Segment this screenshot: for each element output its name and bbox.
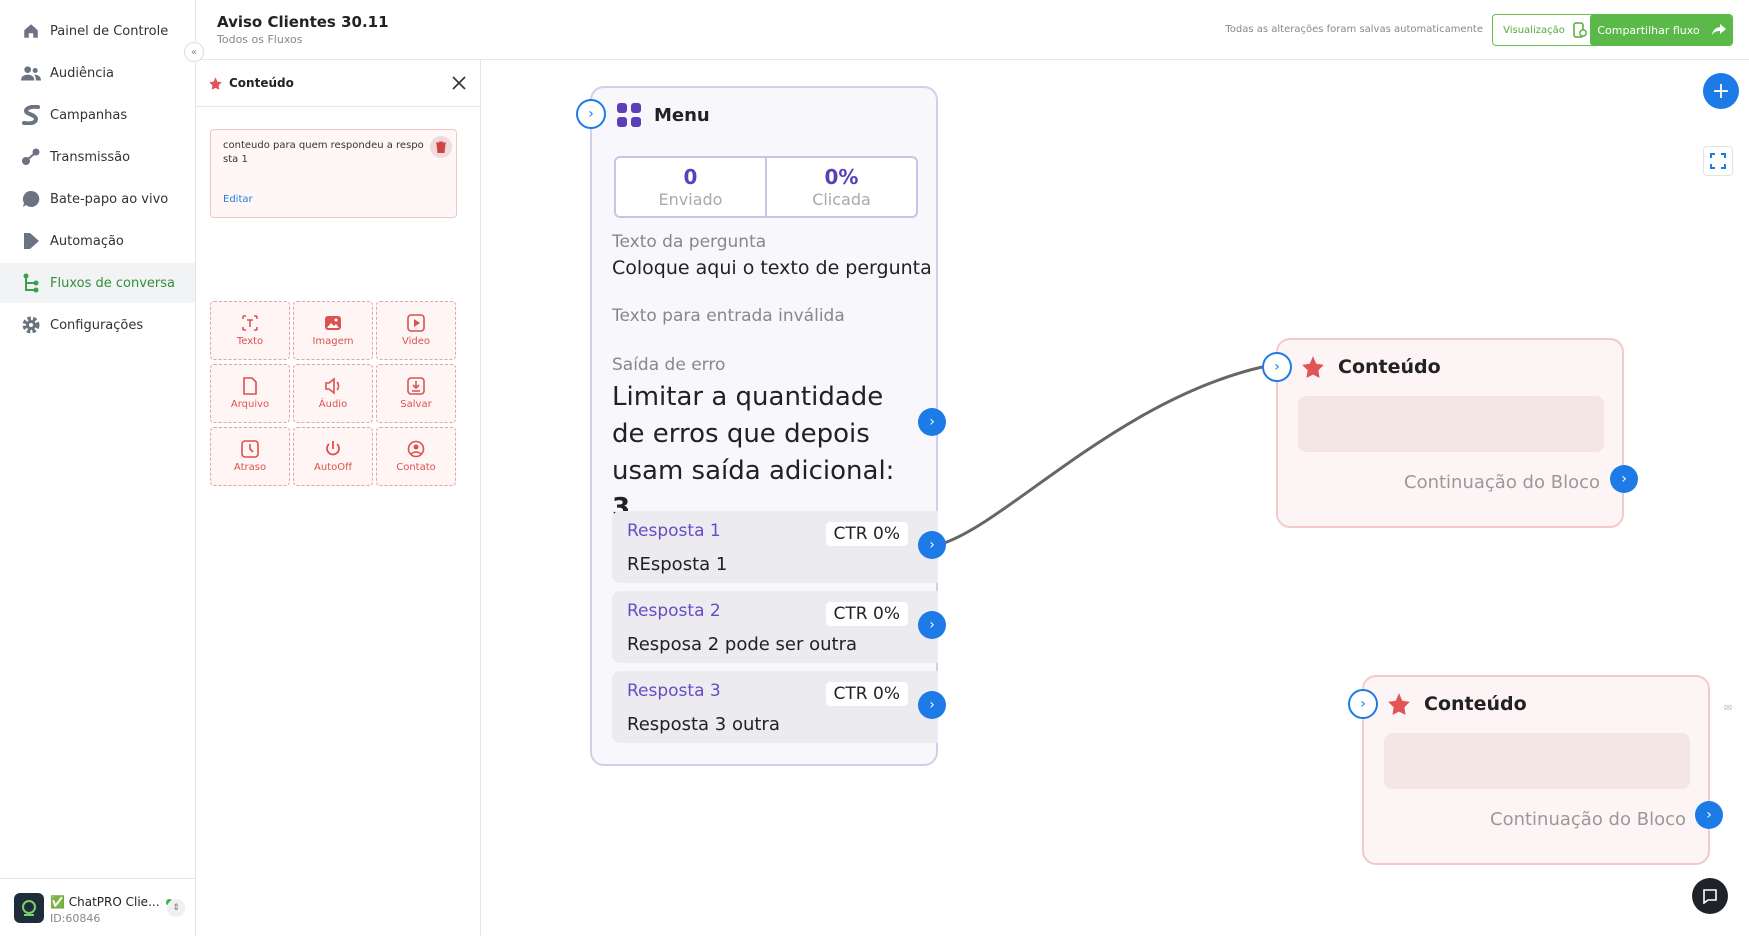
menu-node-header: Menu xyxy=(616,102,710,128)
content-node-header: Conteúdo xyxy=(1300,354,1441,380)
content-placeholder xyxy=(1384,733,1690,789)
support-chat-icon[interactable] xyxy=(1692,878,1728,914)
ctr-badge: CTR 0% xyxy=(825,602,908,626)
response-value: Resposa 2 pode ser outra xyxy=(627,634,858,655)
content-2-input-port[interactable]: › xyxy=(1348,689,1378,719)
error-output-port[interactable]: › xyxy=(918,408,946,436)
star-icon xyxy=(1388,693,1410,715)
content-node-header: Conteúdo xyxy=(1386,691,1527,717)
grid-icon xyxy=(617,103,641,127)
envelope-icon[interactable]: ✉ xyxy=(1724,703,1732,714)
response-1[interactable]: Resposta 1 CTR 0% REsposta 1 xyxy=(612,511,938,583)
error-output-text: Limitar a quantidade de erros que depois… xyxy=(612,379,912,527)
ctr-badge: CTR 0% xyxy=(825,522,908,546)
response-label: Resposta 3 xyxy=(627,681,721,701)
add-node-button[interactable]: + xyxy=(1703,73,1739,109)
menu-input-port[interactable]: › xyxy=(576,99,606,129)
stat-value: 0 xyxy=(683,165,698,189)
stat-sent: 0 Enviado xyxy=(616,158,765,216)
error-text: Limitar a quantidade de erros que depois… xyxy=(612,382,895,486)
stat-label: Enviado xyxy=(658,190,723,209)
content-node-title: Conteúdo xyxy=(1338,356,1441,378)
menu-node[interactable]: Menu 0 Enviado 0% Clicada Texto da pergu… xyxy=(590,86,938,766)
collapse-sidebar-icon[interactable]: « xyxy=(184,42,204,62)
question-value: Coloque aqui o texto de pergunta xyxy=(612,257,932,279)
stat-label: Clicada xyxy=(812,190,871,209)
menu-stats: 0 Enviado 0% Clicada xyxy=(614,156,918,218)
fit-screen-icon[interactable] xyxy=(1703,146,1733,176)
content-placeholder xyxy=(1298,396,1604,452)
error-output-label: Saída de erro xyxy=(612,355,726,375)
content-1-output-port[interactable]: › xyxy=(1610,465,1638,493)
content-1-input-port[interactable]: › xyxy=(1262,352,1292,382)
response-value: Resposta 3 outra xyxy=(627,714,780,735)
response-2-output-port[interactable]: › xyxy=(918,611,946,639)
star-icon xyxy=(1302,356,1324,378)
response-3-output-port[interactable]: › xyxy=(918,691,946,719)
content-node-title: Conteúdo xyxy=(1424,693,1527,715)
response-label: Resposta 2 xyxy=(627,601,721,621)
continue-label: Continuação do Bloco xyxy=(1490,809,1686,830)
question-label: Texto da pergunta xyxy=(612,232,767,252)
content-node-2[interactable]: Conteúdo Continuação do Bloco xyxy=(1362,675,1710,865)
response-value: REsposta 1 xyxy=(627,554,728,575)
menu-node-title: Menu xyxy=(654,104,710,126)
continue-label: Continuação do Bloco xyxy=(1404,472,1600,493)
response-3[interactable]: Resposta 3 CTR 0% Resposta 3 outra xyxy=(612,671,938,743)
content-node-1[interactable]: Conteúdo Continuação do Bloco xyxy=(1276,338,1624,528)
response-2[interactable]: Resposta 2 CTR 0% Resposa 2 pode ser out… xyxy=(612,591,938,663)
stat-clicked: 0% Clicada xyxy=(765,158,916,216)
stat-value: 0% xyxy=(824,165,859,189)
response-label: Resposta 1 xyxy=(627,521,721,541)
content-2-output-port[interactable]: › xyxy=(1695,801,1723,829)
invalid-input-label: Texto para entrada inválida xyxy=(612,306,845,326)
ctr-badge: CTR 0% xyxy=(825,682,908,706)
response-1-output-port[interactable]: › xyxy=(918,531,946,559)
